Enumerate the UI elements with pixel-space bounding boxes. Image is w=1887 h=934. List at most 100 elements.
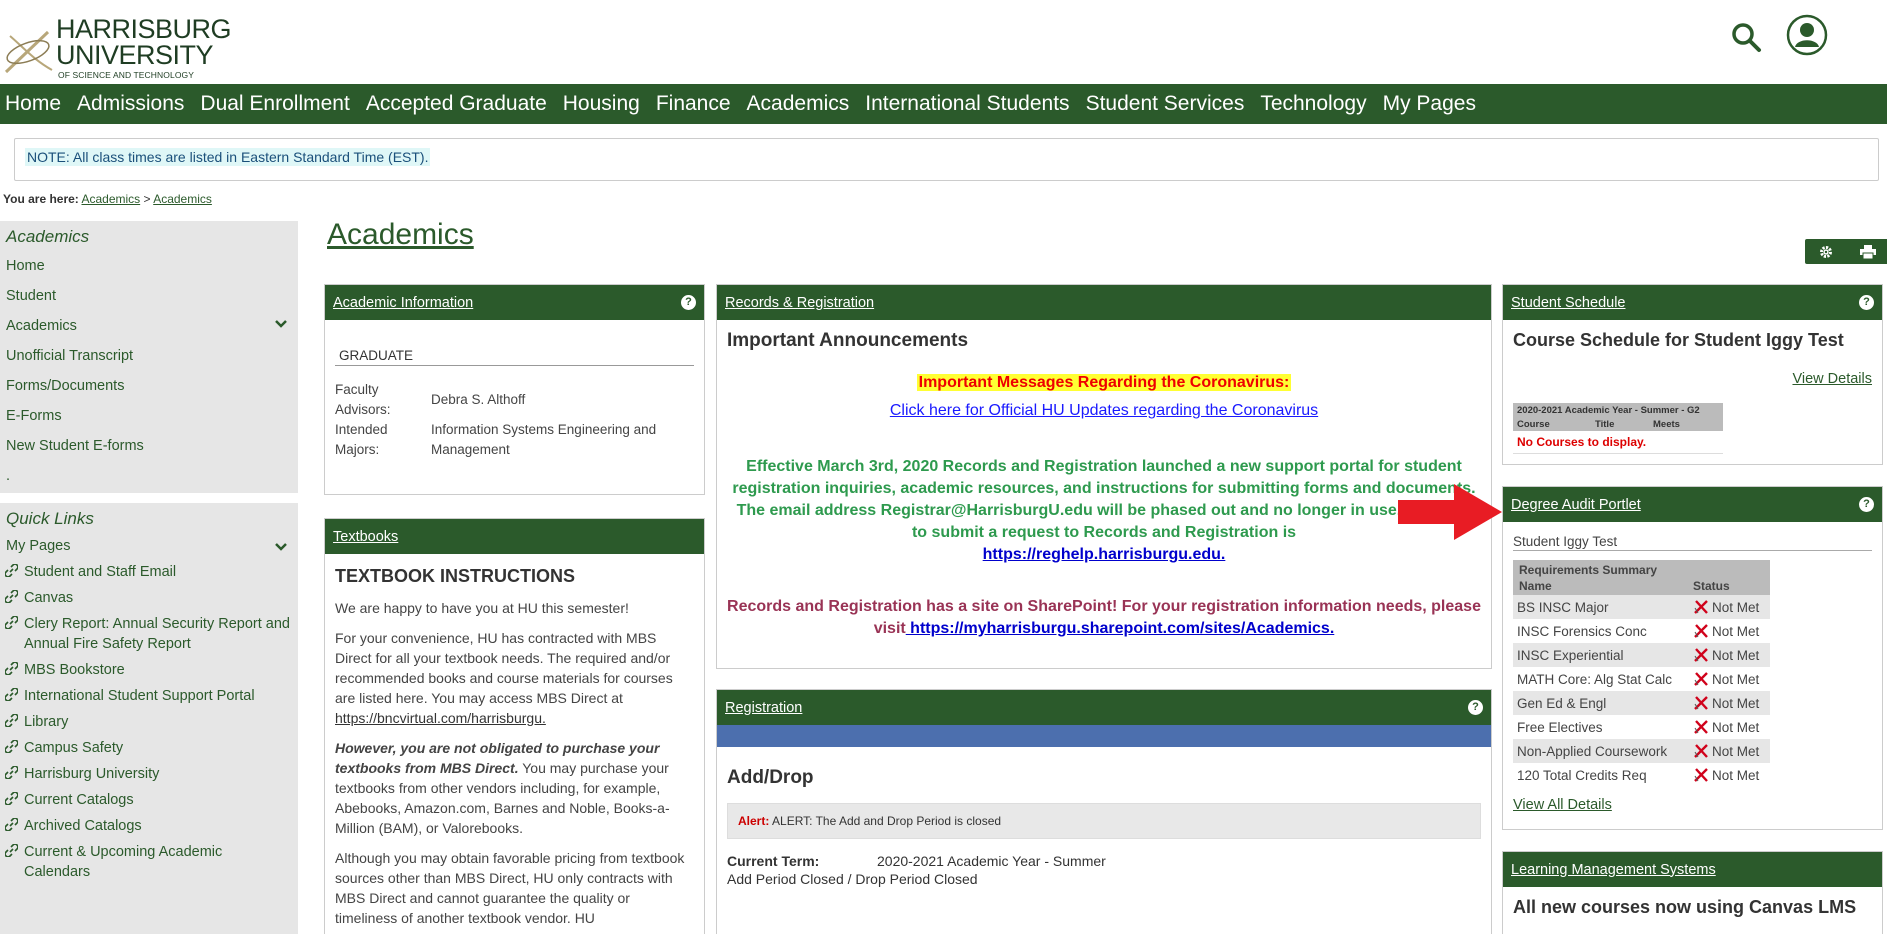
breadcrumb-link-2[interactable]: Academics <box>153 192 212 206</box>
schedule-table-columns: Course Title Meets <box>1513 418 1723 431</box>
chevron-down-icon[interactable] <box>274 540 288 554</box>
reghelp-link[interactable]: https://reghelp.harrisburgu.edu. <box>983 546 1226 563</box>
nav-item-student-services[interactable]: Student Services <box>1080 84 1255 124</box>
majors-label: Intended Majors: <box>335 422 388 457</box>
chevron-down-icon[interactable] <box>274 317 288 331</box>
quick-link-label: Clery Report: Annual Security Report and… <box>24 616 290 652</box>
student-name: Student Iggy Test <box>1513 534 1872 551</box>
academic-information-portlet: Academic Information ? GRADUATE Faculty … <box>324 284 705 495</box>
schedule-heading: Course Schedule for Student Iggy Test <box>1513 330 1844 350</box>
status-text: Not Met <box>1712 719 1760 735</box>
mbs-direct-link[interactable]: https://bncvirtual.com/harrisburgu. <box>335 710 546 726</box>
quick-link-archived-catalogs[interactable]: Archived Catalogs <box>0 813 298 839</box>
quick-link-label: Archived Catalogs <box>24 818 142 834</box>
portlet-title-link[interactable]: Records & Registration <box>725 295 874 311</box>
requirement-status: Not Met <box>1693 647 1759 663</box>
settings-button[interactable] <box>1805 239 1847 264</box>
nav-item-technology[interactable]: Technology <box>1254 84 1376 124</box>
nav-item-accepted-graduate[interactable]: Accepted Graduate <box>360 84 557 124</box>
requirement-row: Gen Ed & Engl Not Met <box>1513 691 1770 715</box>
sidebar-item-e-forms[interactable]: E-Forms <box>0 401 298 431</box>
breadcrumb-link-1[interactable]: Academics <box>81 192 140 206</box>
alert-label: Alert: <box>738 814 770 828</box>
requirement-name: Non-Applied Coursework <box>1517 743 1668 759</box>
nav-item-dual-enrollment[interactable]: Dual Enrollment <box>194 84 359 124</box>
requirement-name: 120 Total Credits Req <box>1517 767 1647 783</box>
portlet-title-link[interactable]: Academic Information <box>333 295 473 311</box>
nav-item-international-students[interactable]: International Students <box>859 84 1079 124</box>
sidebar-item-unofficial-transcript[interactable]: Unofficial Transcript <box>0 341 298 371</box>
link-icon <box>5 688 18 701</box>
portlet-header: Academic Information ? <box>325 285 704 320</box>
quick-link-canvas[interactable]: Canvas <box>0 585 298 611</box>
coronavirus-updates-link[interactable]: Click here for Official HU Updates regar… <box>727 402 1481 420</box>
nav-item-admissions[interactable]: Admissions <box>71 84 194 124</box>
quick-link-label: International Student Support Portal <box>24 688 255 704</box>
sharepoint-notice: Records and Registration has a site on S… <box>727 596 1481 640</box>
help-icon[interactable]: ? <box>681 295 696 310</box>
nav-item-academics[interactable]: Academics <box>741 84 860 124</box>
quick-link-mbs-bookstore[interactable]: MBS Bookstore <box>0 657 298 683</box>
portlet-header: Textbooks <box>325 519 704 554</box>
search-icon[interactable] <box>1729 20 1763 54</box>
quick-link-international-student-support-portal[interactable]: International Student Support Portal <box>0 683 298 709</box>
user-account-icon[interactable] <box>1786 14 1828 56</box>
gear-icon <box>1820 245 1832 258</box>
period-status: Add Period Closed / Drop Period Closed <box>727 871 978 887</box>
nav-item-home[interactable]: Home <box>0 84 71 124</box>
status-text: Not Met <box>1712 623 1760 639</box>
alert-text: ALERT: The Add and Drop Period is closed <box>772 814 1002 828</box>
sidebar-item-academics[interactable]: Academics <box>0 311 298 341</box>
portlet-title-link[interactable]: Degree Audit Portlet <box>1511 497 1641 513</box>
status-text: Not Met <box>1712 599 1760 615</box>
degree-audit-portlet: Degree Audit Portlet ? Student Iggy Test… <box>1502 486 1883 830</box>
quick-link-harrisburg-university[interactable]: Harrisburg University <box>0 761 298 787</box>
sidebar-item-forms-documents[interactable]: Forms/Documents <box>0 371 298 401</box>
column-header: Name <box>1519 579 1552 593</box>
printer-icon <box>1860 244 1876 259</box>
portlet-title-link[interactable]: Textbooks <box>333 529 398 545</box>
schedule-table: 2020-2021 Academic Year - Summer - G2 Co… <box>1513 403 1723 454</box>
portlet-header: Registration ? <box>717 690 1491 725</box>
help-icon[interactable]: ? <box>1859 295 1874 310</box>
nav-item-finance[interactable]: Finance <box>650 84 741 124</box>
quick-link-label: My Pages <box>6 538 71 554</box>
help-icon[interactable]: ? <box>1859 497 1874 512</box>
records-registration-portlet: Records & Registration Important Announc… <box>716 284 1492 669</box>
portlet-title-link[interactable]: Student Schedule <box>1511 295 1625 311</box>
view-details-link[interactable]: View Details <box>1513 371 1872 387</box>
quick-link-current-catalogs[interactable]: Current Catalogs <box>0 787 298 813</box>
requirements-table: Requirements Summary Name Status BS INSC… <box>1513 560 1770 787</box>
not-met-x-icon <box>1694 600 1708 614</box>
view-all-details-link[interactable]: View All Details <box>1513 797 1872 813</box>
quick-link-clery-report-annual-security-report-and-[interactable]: Clery Report: Annual Security Report and… <box>0 611 298 657</box>
link-icon <box>5 766 18 779</box>
sidebar-item-home[interactable]: Home <box>0 251 298 281</box>
quick-link-student-and-staff-email[interactable]: Student and Staff Email <box>0 559 298 585</box>
sidebar-item-student[interactable]: Student <box>0 281 298 311</box>
print-button[interactable] <box>1847 239 1887 264</box>
portlet-title-link[interactable]: Registration <box>725 700 802 716</box>
portlet-title-link[interactable]: Learning Management Systems <box>1511 862 1716 878</box>
quick-links: Quick Links My Pages Student and Staff E… <box>0 503 298 934</box>
nav-item-housing[interactable]: Housing <box>557 84 650 124</box>
quick-link-my-pages[interactable]: My Pages <box>0 533 298 559</box>
sharepoint-link[interactable]: https://myharrisburgu.sharepoint.com/sit… <box>906 620 1334 637</box>
lms-portlet: Learning Management Systems All new cour… <box>1502 851 1883 934</box>
requirement-status: Not Met <box>1693 767 1759 783</box>
quick-link-current-upcoming-academic-calendars[interactable]: Current & Upcoming Academic Calendars <box>0 839 298 885</box>
sidebar-item--[interactable]: . <box>0 461 298 491</box>
nav-item-my-pages[interactable]: My Pages <box>1377 84 1486 124</box>
quick-link-campus-safety[interactable]: Campus Safety <box>0 735 298 761</box>
sidebar-item-label: E-Forms <box>6 408 62 424</box>
help-icon[interactable]: ? <box>1468 700 1483 715</box>
portlet-header: Student Schedule ? <box>1503 285 1882 320</box>
link-icon <box>5 590 18 603</box>
column-header: Meets <box>1653 419 1680 430</box>
not-met-x-icon <box>1694 648 1708 662</box>
sidebar-item-new-student-e-forms[interactable]: New Student E-forms <box>0 431 298 461</box>
quick-link-library[interactable]: Library <box>0 709 298 735</box>
timezone-note: NOTE: All class times are listed in East… <box>14 138 1879 181</box>
harrisburg-logo[interactable]: HARRISBURG UNIVERSITY OF SCIENCE AND TEC… <box>4 14 232 80</box>
requirements-columns: Name Status <box>1513 577 1770 595</box>
